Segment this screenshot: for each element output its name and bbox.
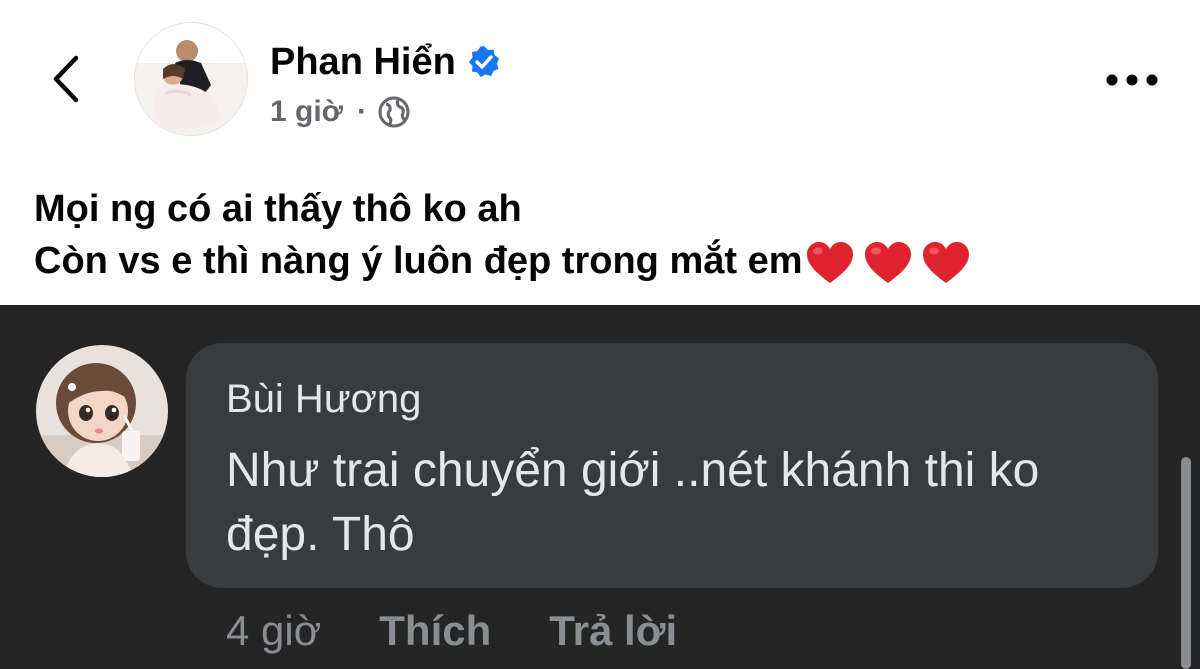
post-line-1: Mọi ng có ai thấy thô ko ah [34, 188, 522, 230]
more-dots-icon [1106, 74, 1158, 86]
reply-button[interactable]: Trả lời [549, 607, 677, 655]
author-name[interactable]: Phan Hiển [270, 41, 456, 84]
post-line-2: Còn vs e thì nàng ý luôn đẹp trong mắt e… [34, 240, 803, 282]
back-button[interactable] [40, 48, 96, 110]
more-options-button[interactable] [1102, 60, 1162, 100]
comment-time[interactable]: 4 giờ [226, 607, 321, 655]
comment-text: Như trai chuyển giới ..nét khánh thi ko … [226, 444, 1040, 561]
scrollbar-thumb[interactable] [1181, 457, 1191, 669]
red-heart-icon [864, 241, 911, 283]
comment-actions: 4 giờ Thích Trả lời [226, 603, 677, 659]
author-row: Phan Hiển [270, 38, 502, 86]
post-line-2-wrapper: Còn vs e thì nàng ý luôn đẹp trong mắt e… [34, 235, 979, 287]
post-meta: 1 giờ · [270, 92, 411, 132]
author-avatar[interactable] [134, 22, 248, 136]
heart-emojis [805, 240, 979, 286]
post-body: Mọi ng có ai thấy thô ko ah Còn vs e thì… [34, 183, 979, 287]
commenter-avatar[interactable] [36, 345, 168, 477]
red-heart-icon [806, 241, 853, 283]
like-button[interactable]: Thích [379, 607, 491, 655]
post-time[interactable]: 1 giờ [270, 95, 343, 129]
red-heart-icon [922, 241, 969, 283]
globe-icon[interactable] [377, 95, 411, 129]
doll-girl-avatar [36, 345, 168, 477]
commenter-name[interactable]: Bùi Hương [226, 377, 421, 422]
comment-bubble[interactable]: Bùi Hương Như trai chuyển giới ..nét khá… [186, 343, 1158, 588]
post-header-section: Phan Hiển 1 giờ · Mọi ng có ai thấy thô … [0, 0, 1200, 305]
chevron-left-icon [53, 55, 79, 103]
couple-photo-avatar [135, 23, 247, 135]
meta-separator: · [357, 95, 368, 128]
comment-section: Bùi Hương Như trai chuyển giới ..nét khá… [0, 305, 1200, 669]
verified-badge-icon [468, 46, 499, 77]
